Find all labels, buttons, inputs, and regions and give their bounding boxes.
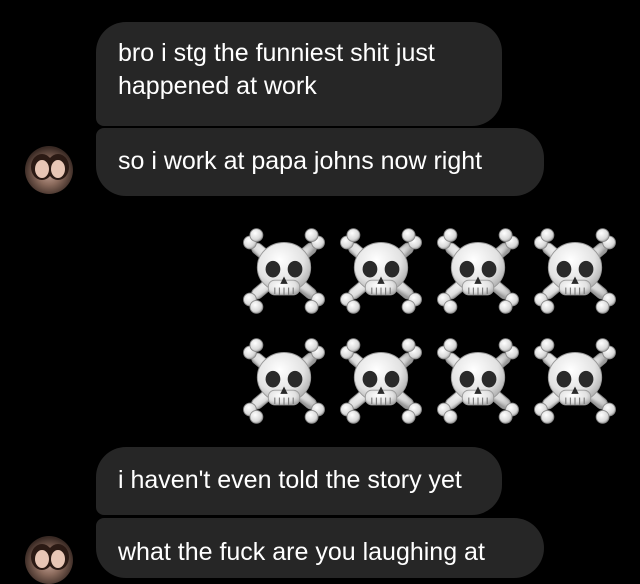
message-bubble[interactable]: bro i stg the funniest shit just happene… (96, 22, 502, 126)
message-thread: bro i stg the funniest shit just happene… (0, 0, 640, 584)
skull-and-crossbones-icon (432, 335, 524, 427)
skull-and-crossbones-icon (335, 335, 427, 427)
message-bubble[interactable]: so i work at papa johns now right (96, 128, 544, 196)
message-bubble[interactable]: i haven't even told the story yet (96, 447, 502, 515)
avatar-face (51, 160, 65, 178)
avatar-face (35, 550, 49, 568)
skull-and-crossbones-icon (529, 335, 621, 427)
message-bubble[interactable]: what the fuck are you laughing at (96, 518, 544, 578)
skull-and-crossbones-icon (238, 225, 330, 317)
skull-and-crossbones-icon (432, 225, 524, 317)
skull-and-crossbones-icon (529, 225, 621, 317)
avatar[interactable] (25, 146, 73, 194)
skull-and-crossbones-icon (238, 335, 330, 427)
avatar-face (35, 160, 49, 178)
avatar-face (51, 550, 65, 568)
skull-and-crossbones-icon (335, 225, 427, 317)
avatar[interactable] (25, 536, 73, 584)
